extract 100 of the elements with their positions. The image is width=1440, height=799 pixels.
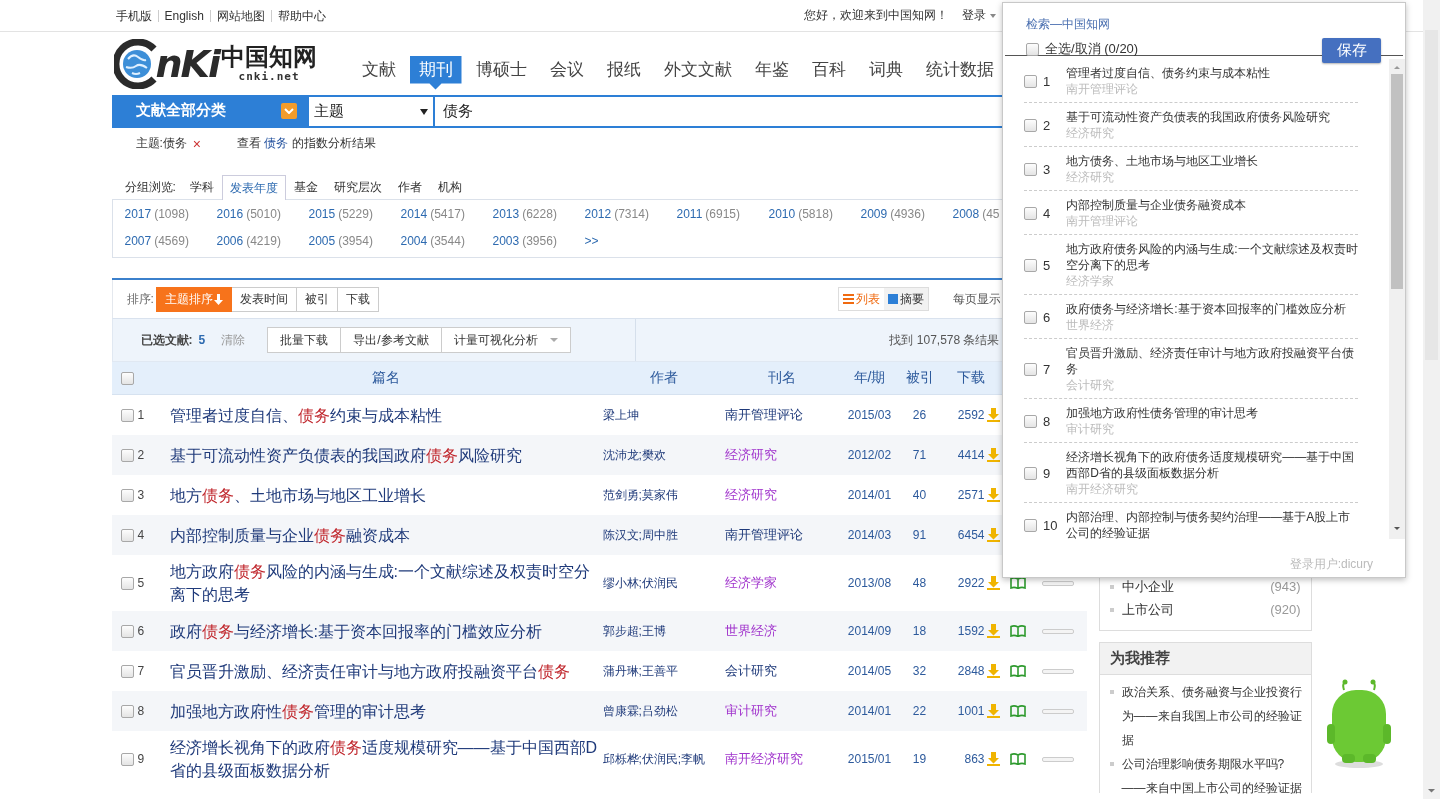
save-button[interactable]: 保存 (1322, 38, 1381, 63)
article-title-link[interactable]: 内部控制质量与企业债务融资成本 (169, 518, 603, 552)
author-link[interactable]: 梁上坤 (602, 406, 725, 424)
year-link[interactable]: 2016 (216, 205, 244, 226)
nav-tab[interactable]: 统计数据 (916, 55, 1003, 90)
year-link[interactable]: 2007 (124, 231, 152, 252)
checkbox[interactable] (120, 488, 134, 502)
download-icon[interactable] (986, 408, 1000, 422)
journal-link[interactable]: 南开经济研究 (724, 750, 803, 768)
group-tab[interactable]: 机构 (429, 174, 470, 199)
checkbox[interactable] (1024, 258, 1037, 272)
download-icon[interactable] (986, 448, 1000, 462)
nav-tab[interactable]: 报纸 (597, 55, 650, 90)
download-icon[interactable] (986, 576, 1000, 590)
download-icon[interactable] (986, 488, 1000, 502)
recommend-link[interactable]: 政治关系、债务融资与企业投资行为——来自我国上市公司的经验证据 (1109, 680, 1303, 752)
article-title-link[interactable]: 官员晋升激励、经济责任审计与地方政府投融资平台债务 (169, 654, 603, 688)
keyword-link[interactable]: 债务 (264, 136, 289, 150)
checkbox[interactable] (1024, 362, 1037, 376)
article-title-link[interactable]: 管理者过度自信、债务约束与成本粘性 (169, 398, 603, 432)
year-link[interactable]: 2006 (216, 231, 244, 252)
group-tab[interactable]: 学科 (181, 174, 222, 199)
author-link[interactable]: 郭步超;王博 (602, 622, 725, 640)
book-icon[interactable] (1009, 625, 1026, 637)
author-link[interactable]: 蒲丹琳;王善平 (602, 662, 725, 680)
checkbox[interactable] (120, 528, 134, 542)
year-link[interactable]: 2011 (676, 205, 703, 226)
login-link[interactable]: 登录 (961, 7, 1004, 24)
more-years-link[interactable]: >> (584, 231, 677, 252)
select-all-checkbox[interactable] (120, 371, 134, 385)
journal-link[interactable]: 经济研究 (724, 446, 777, 464)
checkbox[interactable] (120, 704, 134, 718)
checkbox[interactable] (1024, 518, 1037, 532)
group-tab[interactable]: 作者 (389, 174, 430, 199)
book-icon[interactable] (1009, 577, 1026, 589)
nav-tab[interactable]: 文献 (352, 55, 405, 90)
action-button[interactable]: 计量可视化分析 (441, 327, 571, 353)
nav-tab[interactable]: 博硕士 (466, 55, 536, 90)
book-icon[interactable] (1009, 753, 1026, 765)
checkbox[interactable] (1024, 74, 1037, 88)
journal-link[interactable]: 南开管理评论 (724, 406, 803, 424)
keyword-link[interactable]: 中小企业 (1109, 575, 1174, 598)
article-title-link[interactable]: 经济增长视角下的政府债务适度规模研究——基于中国西部D省的县级面板数据分析 (169, 731, 603, 787)
year-link[interactable]: 2012 (584, 205, 612, 226)
nav-tab[interactable]: 年鉴 (745, 55, 798, 90)
year-link[interactable]: 2014 (400, 205, 428, 226)
year-link[interactable]: 2013 (492, 205, 520, 226)
journal-link[interactable]: 经济学家 (724, 574, 777, 592)
author-link[interactable]: 范剑勇;莫家伟 (602, 486, 725, 504)
download-icon[interactable] (986, 704, 1000, 718)
nav-tab[interactable]: 期刊 (409, 55, 462, 90)
action-button[interactable]: 批量下载 (267, 327, 342, 353)
author-link[interactable]: 邱栎桦;伏润民;李帆 (602, 750, 725, 768)
checkbox[interactable] (1024, 206, 1037, 220)
checkbox[interactable] (120, 624, 134, 638)
journal-link[interactable]: 世界经济 (724, 622, 777, 640)
author-link[interactable]: 陈汉文;周中胜 (602, 526, 725, 544)
keyword-link[interactable]: 上市公司 (1109, 598, 1174, 621)
author-link[interactable]: 曾康霖;吕劲松 (602, 702, 725, 720)
article-title-link[interactable]: 基于可流动性资产负债表的我国政府债务风险研究 (169, 438, 603, 472)
nav-tab[interactable]: 百科 (802, 55, 855, 90)
year-link[interactable]: 2003 (492, 231, 520, 252)
select-all-checkbox[interactable] (1026, 42, 1039, 56)
year-link[interactable]: 2017 (124, 205, 152, 226)
article-title-link[interactable]: 地方政府债务风险的内涵与生成:一个文献综述及权责时空分离下的思考 (169, 555, 603, 611)
recommend-link[interactable]: 公司治理影响债务期限水平吗?——来自中国上市公司的经验证据 (1109, 752, 1303, 799)
year-link[interactable]: 2004 (400, 231, 428, 252)
top-link[interactable]: 网站地图 (209, 9, 271, 22)
group-tab[interactable]: 研究层次 (325, 174, 390, 199)
article-title-link[interactable]: 地方债务、土地市场与地区工业增长 (169, 478, 603, 512)
book-icon[interactable] (1009, 705, 1026, 717)
nav-tab[interactable]: 外文文献 (654, 55, 741, 90)
download-icon[interactable] (986, 752, 1000, 766)
group-tab[interactable]: 发表年度 (221, 175, 286, 200)
checkbox[interactable] (1024, 310, 1037, 324)
checkbox[interactable] (120, 448, 134, 462)
top-link[interactable]: 手机版 (111, 9, 158, 22)
view-toggle[interactable]: 摘要 (883, 288, 928, 310)
field-select[interactable]: 主题 (308, 97, 433, 126)
journal-link[interactable]: 审计研究 (724, 702, 777, 720)
checkbox[interactable] (120, 408, 134, 422)
author-link[interactable]: 沈沛龙;樊欢 (602, 446, 725, 464)
author-link[interactable]: 缪小林;伏润民 (602, 574, 725, 592)
checkbox[interactable] (1024, 414, 1037, 428)
download-icon[interactable] (986, 664, 1000, 678)
download-icon[interactable] (986, 528, 1000, 542)
checkbox[interactable] (1024, 162, 1037, 176)
sort-button[interactable]: 下载 (337, 286, 379, 312)
group-tab[interactable]: 基金 (285, 174, 326, 199)
nav-tab[interactable]: 词典 (859, 55, 912, 90)
checkbox[interactable] (120, 576, 134, 590)
year-link[interactable]: 2010 (768, 205, 796, 226)
checkbox[interactable] (120, 752, 134, 766)
download-icon[interactable] (986, 624, 1000, 638)
sort-button[interactable]: 被引 (296, 286, 338, 312)
nav-tab[interactable]: 会议 (540, 55, 593, 90)
article-title-link[interactable]: 加强地方政府性债务管理的审计思考 (169, 694, 603, 728)
year-link[interactable]: 2009 (860, 205, 888, 226)
sort-button[interactable]: 发表时间 (231, 286, 297, 312)
top-link[interactable]: English (157, 9, 210, 22)
